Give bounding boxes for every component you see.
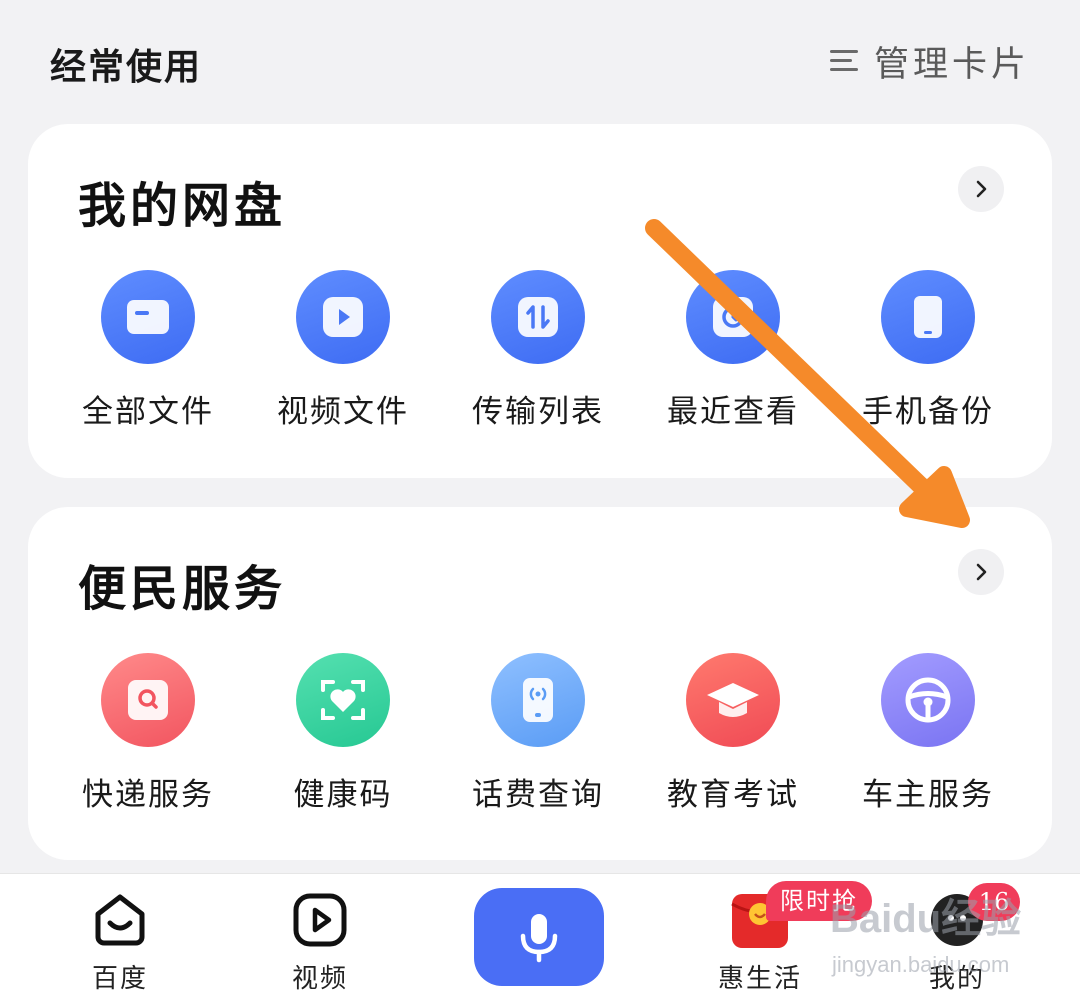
services-more-button[interactable] [958, 549, 1004, 595]
folder-icon [101, 270, 195, 364]
services-card-title[interactable]: 便民服务 [78, 549, 286, 619]
grid-label: 快递服务 [82, 777, 214, 813]
grid-label: 视频文件 [277, 394, 409, 430]
nav-item-video[interactable]: 视频 [245, 874, 395, 999]
manage-cards-label: 管理卡片 [873, 44, 1030, 85]
netdisk-card: 我的网盘 全部文件 视频文件 传输列表 最近查看 手机备份 [28, 124, 1052, 478]
grid-item-health-code[interactable]: 健康码 [253, 653, 433, 823]
baidu-home-icon [90, 890, 150, 950]
manage-cards-button[interactable]: 管理卡片 [829, 38, 1030, 85]
netdisk-grid: 全部文件 视频文件 传输列表 最近查看 手机备份 [28, 270, 1052, 440]
watermark-line1: Baidu经验 [830, 897, 1021, 941]
grid-item-video-files[interactable]: 视频文件 [253, 270, 433, 440]
netdisk-card-title[interactable]: 我的网盘 [78, 166, 286, 236]
graduation-cap-icon [686, 653, 780, 747]
video-play-icon [290, 890, 350, 950]
phone-backup-icon [881, 270, 975, 364]
services-card: 便民服务 快递服务 健康码 话费查询 教育考试 车主服务 [28, 507, 1052, 860]
phone-signal-icon [491, 653, 585, 747]
transfer-icon [491, 270, 585, 364]
nav-label: 视频 [291, 964, 348, 994]
grid-label: 教育考试 [667, 777, 799, 813]
grid-item-car-owner[interactable]: 车主服务 [838, 653, 1018, 823]
grid-item-express[interactable]: 快递服务 [58, 653, 238, 823]
play-icon [296, 270, 390, 364]
grid-label: 车主服务 [862, 777, 994, 813]
search-box-icon [101, 653, 195, 747]
grid-label: 全部文件 [82, 394, 214, 430]
microphone-icon [520, 914, 558, 963]
voice-search-button[interactable] [474, 888, 604, 986]
grid-item-transfer-list[interactable]: 传输列表 [448, 270, 628, 440]
grid-label: 手机备份 [862, 394, 994, 430]
grid-label: 话费查询 [472, 777, 604, 813]
grid-item-phone-bill[interactable]: 话费查询 [448, 653, 628, 823]
recent-icon [686, 270, 780, 364]
top-header: 经常使用 管理卡片 [0, 0, 1080, 120]
chevron-right-icon [976, 563, 987, 581]
heart-scan-icon [296, 653, 390, 747]
grid-item-education[interactable]: 教育考试 [643, 653, 823, 823]
chevron-right-icon [976, 180, 987, 198]
nav-item-baidu[interactable]: 百度 [45, 874, 195, 999]
watermark-line2: jingyan.baidu.com [831, 952, 1009, 977]
page-section-title: 经常使用 [50, 47, 203, 88]
grid-label: 健康码 [293, 777, 393, 813]
steering-wheel-icon [881, 653, 975, 747]
baidu-jingyan-watermark: Baidu经验 jingyan.baidu.com [830, 897, 1021, 977]
netdisk-more-button[interactable] [958, 166, 1004, 212]
grid-item-phone-backup[interactable]: 手机备份 [838, 270, 1018, 440]
grid-item-all-files[interactable]: 全部文件 [58, 270, 238, 440]
services-grid: 快递服务 健康码 话费查询 教育考试 车主服务 [28, 653, 1052, 823]
menu-lines-icon [829, 48, 860, 74]
grid-label: 传输列表 [472, 394, 604, 430]
grid-label: 最近查看 [667, 394, 799, 430]
nav-label: 百度 [91, 964, 148, 994]
grid-item-recent[interactable]: 最近查看 [643, 270, 823, 440]
nav-label: 惠生活 [717, 964, 802, 994]
